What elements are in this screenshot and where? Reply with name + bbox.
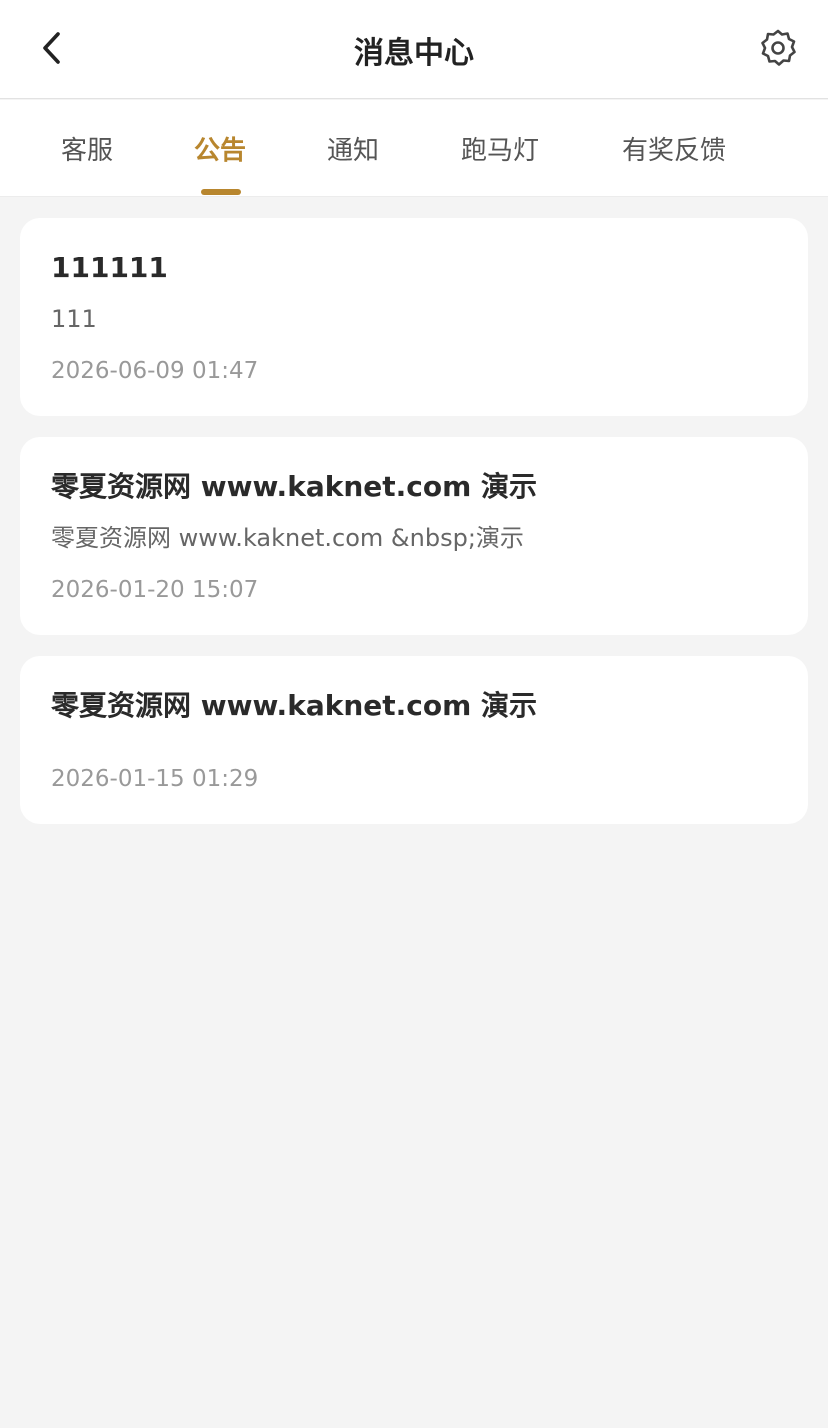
tab-feedback[interactable]: 有奖反馈: [622, 130, 726, 167]
message-time: 2026-01-20 15:07: [51, 577, 259, 603]
message-title: 零夏资源网 www.kaknet.com 演示: [51, 689, 538, 722]
page-title: 消息中心: [354, 36, 474, 71]
message-time: 2026-01-15 01:29: [51, 766, 259, 792]
tab-announcements[interactable]: 公告: [194, 130, 246, 167]
tab-marquee[interactable]: 跑马灯: [461, 130, 539, 167]
active-tab-indicator: [201, 189, 241, 195]
tab-customer-service[interactable]: 客服: [61, 130, 113, 167]
message-card[interactable]: 零夏资源网 www.kaknet.com 演示 2026-01-15 01:29: [20, 656, 808, 824]
message-card[interactable]: 零夏资源网 www.kaknet.com 演示 零夏资源网 www.kaknet…: [20, 437, 808, 635]
settings-button[interactable]: [754, 24, 802, 72]
message-body: 111: [51, 305, 97, 333]
tab-notifications[interactable]: 通知: [327, 130, 379, 167]
message-title: 111111: [51, 251, 168, 284]
tab-bar: 客服 公告 通知 跑马灯 有奖反馈: [0, 100, 828, 197]
message-title: 零夏资源网 www.kaknet.com 演示: [51, 470, 538, 503]
top-nav-bar: 消息中心: [0, 0, 828, 99]
message-card[interactable]: 111111 111 2026-06-09 01:47: [20, 218, 808, 416]
message-body: 零夏资源网 www.kaknet.com &nbsp;演示: [51, 524, 524, 552]
message-time: 2026-06-09 01:47: [51, 358, 259, 384]
message-list: 111111 111 2026-06-09 01:47 零夏资源网 www.ka…: [20, 218, 808, 845]
gear-icon: [761, 29, 796, 66]
